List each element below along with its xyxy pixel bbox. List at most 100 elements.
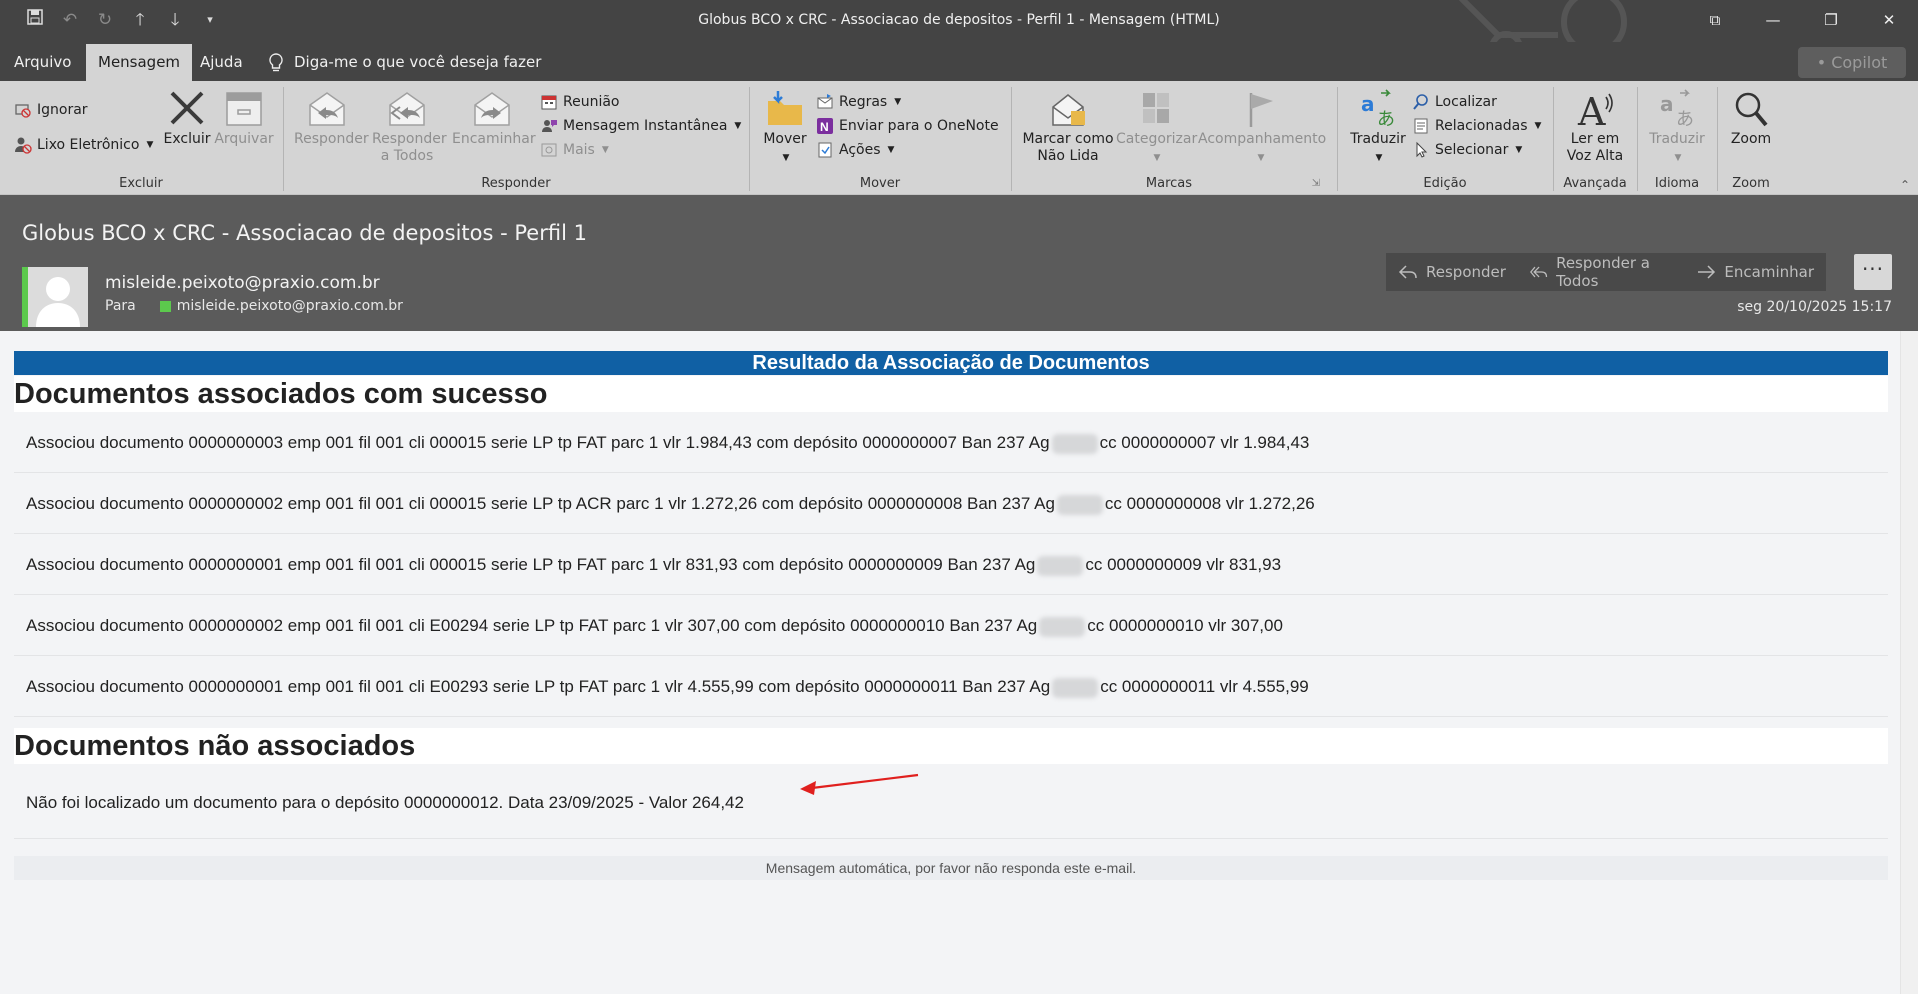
chevron-down-icon: ▼ [1153, 153, 1161, 163]
translate-disabled-button[interactable]: aあ Traduzir ▼ [1646, 89, 1708, 167]
more-label: Mais [563, 142, 595, 158]
svg-text:N: N [820, 120, 829, 134]
row-text: cc 0000000007 vlr 1.984,43 [1099, 433, 1310, 452]
select-label: Selecionar [1435, 142, 1509, 158]
minimize-button[interactable]: — [1744, 0, 1802, 40]
svg-text:あ: あ [1676, 109, 1694, 129]
close-button[interactable]: ✕ [1860, 0, 1918, 40]
group-mover: Mover ▼ Regras ▼ N Enviar para o OneNote A… [750, 85, 1010, 193]
categorize-icon [1143, 93, 1169, 123]
group-label-marcas: Marcas [1145, 176, 1193, 191]
meeting-button[interactable]: Reunião [540, 93, 620, 111]
row-text: Associou documento 0000000002 emp 001 fi… [26, 616, 1038, 635]
reply-all-action-label: Responder a Todos [1556, 254, 1650, 290]
tell-me-search[interactable]: Diga-me o que você deseja fazer [268, 44, 541, 81]
junk-button[interactable]: Lixo Eletrônico ▼ [14, 136, 153, 154]
mark-unread-button[interactable]: Marcar como Não Lida [1022, 89, 1114, 165]
related-document-icon [1412, 117, 1430, 135]
recipient-address[interactable]: misleide.peixoto@praxio.com.br [177, 298, 403, 314]
row-text: Associou documento 0000000001 emp 001 fi… [26, 677, 1051, 696]
group-marcas: Marcar como Não Lida Categorizar ▼ Acompa… [1012, 85, 1326, 193]
zoom-button[interactable]: Zoom [1726, 89, 1776, 148]
find-label: Localizar [1435, 94, 1497, 110]
chevron-down-icon: ▼ [1515, 145, 1523, 155]
reply-all-button[interactable]: Responder a Todos [372, 89, 447, 165]
group-zoom: Zoom Zoom [1718, 85, 1784, 193]
reply-button[interactable]: Responder [294, 89, 369, 148]
instant-message-button[interactable]: Mensagem Instantânea ▼ [540, 117, 741, 135]
row-text: Associou documento 0000000003 emp 001 fi… [26, 433, 1050, 452]
list-item: Associou documento 0000000001 emp 001 fi… [14, 656, 1888, 717]
follow-up-button[interactable]: Acompanhamento ▼ [1198, 89, 1326, 167]
scrollbar[interactable] [1900, 331, 1918, 994]
more-options-icon[interactable]: ··· [1854, 254, 1892, 290]
mark-unread-label-1: Marcar como [1022, 131, 1114, 147]
actions-label: Ações [839, 142, 881, 158]
row-text: cc 0000000011 vlr 4.555,99 [1100, 677, 1309, 696]
tab-arquivo[interactable]: Arquivo [2, 44, 83, 81]
reply-label: Responder [294, 131, 369, 147]
recipients: Para misleide.peixoto@praxio.com.br [105, 298, 403, 314]
collapse-ribbon-icon[interactable]: ⌃ [1900, 178, 1910, 192]
group-excluir: Ignorar Lixo Eletrônico ▼ Excluir Arquiva… [0, 85, 282, 193]
related-label: Relacionadas [1435, 118, 1528, 134]
onenote-button[interactable]: N Enviar para o OneNote [816, 117, 999, 135]
group-label-edicao: Edição [1423, 176, 1467, 191]
read-aloud-icon: A [1577, 90, 1613, 129]
svg-text:あ: あ [1377, 109, 1395, 129]
read-aloud-label-1: Ler em [1570, 131, 1620, 147]
translate-disabled-label: Traduzir [1649, 131, 1705, 147]
select-button[interactable]: Selecionar ▼ [1412, 141, 1522, 159]
dialog-launcher-icon[interactable]: ⇲ [1312, 178, 1320, 189]
translate-label: Traduzir [1350, 131, 1406, 147]
message-header: Globus BCO x CRC - Associacao de deposit… [0, 195, 1918, 331]
onenote-label: Enviar para o OneNote [839, 118, 999, 134]
group-avancada: A Ler em Voz Alta Avançada [1554, 85, 1636, 193]
svg-text:A: A [1577, 90, 1606, 129]
group-label-mover: Mover [859, 176, 901, 191]
reply-envelope-icon [309, 92, 345, 126]
redacted-agency [1051, 433, 1098, 454]
rules-icon [816, 93, 834, 111]
forward-button[interactable]: Encaminhar [452, 89, 536, 148]
more-icon [540, 141, 558, 159]
list-item: Não foi localizado um documento para o d… [14, 767, 1888, 839]
forward-action[interactable]: Encaminhar [1684, 263, 1826, 281]
row-text: cc 0000000009 vlr 831,93 [1085, 555, 1282, 574]
rules-label: Regras [839, 94, 888, 110]
archive-button[interactable]: Arquivar [214, 89, 274, 148]
restore-button[interactable]: ❐ [1802, 0, 1860, 40]
reply-all-action[interactable]: Responder a Todos [1518, 254, 1685, 290]
delete-button[interactable]: Excluir [162, 89, 212, 148]
tab-ajuda[interactable]: Ajuda [188, 44, 255, 81]
avatar[interactable] [22, 267, 88, 327]
sender-address[interactable]: misleide.peixoto@praxio.com.br [105, 273, 380, 293]
ignore-button[interactable]: Ignorar [14, 101, 88, 119]
categorize-label: Categorizar [1116, 131, 1198, 147]
instant-message-icon [540, 117, 558, 135]
categorize-button[interactable]: Categorizar ▼ [1116, 89, 1198, 167]
rules-button[interactable]: Regras ▼ [816, 93, 901, 111]
read-aloud-button[interactable]: A Ler em Voz Alta [1562, 89, 1628, 165]
copilot-button[interactable]: • Copilot [1798, 47, 1906, 78]
calendar-icon [540, 93, 558, 111]
reply-all-label-2: a Todos [380, 148, 434, 164]
translate-icon: aあ [1660, 89, 1694, 129]
row-text: Associou documento 0000000002 emp 001 fi… [26, 494, 1055, 513]
redacted-agency [1052, 677, 1099, 698]
related-button[interactable]: Relacionadas ▼ [1412, 117, 1541, 135]
reply-action[interactable]: Responder [1386, 263, 1518, 281]
find-button[interactable]: Localizar [1412, 93, 1497, 111]
actions-button[interactable]: Ações ▼ [816, 141, 894, 159]
chevron-down-icon: ▼ [782, 153, 790, 163]
chevron-down-icon: ▼ [146, 140, 154, 150]
tab-mensagem[interactable]: Mensagem [86, 44, 193, 81]
archive-label: Arquivar [214, 131, 274, 147]
move-button[interactable]: Mover ▼ [760, 89, 810, 167]
more-respond-button[interactable]: Mais ▼ [540, 141, 609, 159]
window-controls: ⧉ — ❐ ✕ [1686, 0, 1918, 40]
search-icon [1412, 93, 1430, 111]
move-folder-icon [768, 91, 802, 125]
ribbon-display-icon[interactable]: ⧉ [1686, 0, 1744, 40]
translate-button[interactable]: aあ Traduzir ▼ [1348, 89, 1408, 167]
